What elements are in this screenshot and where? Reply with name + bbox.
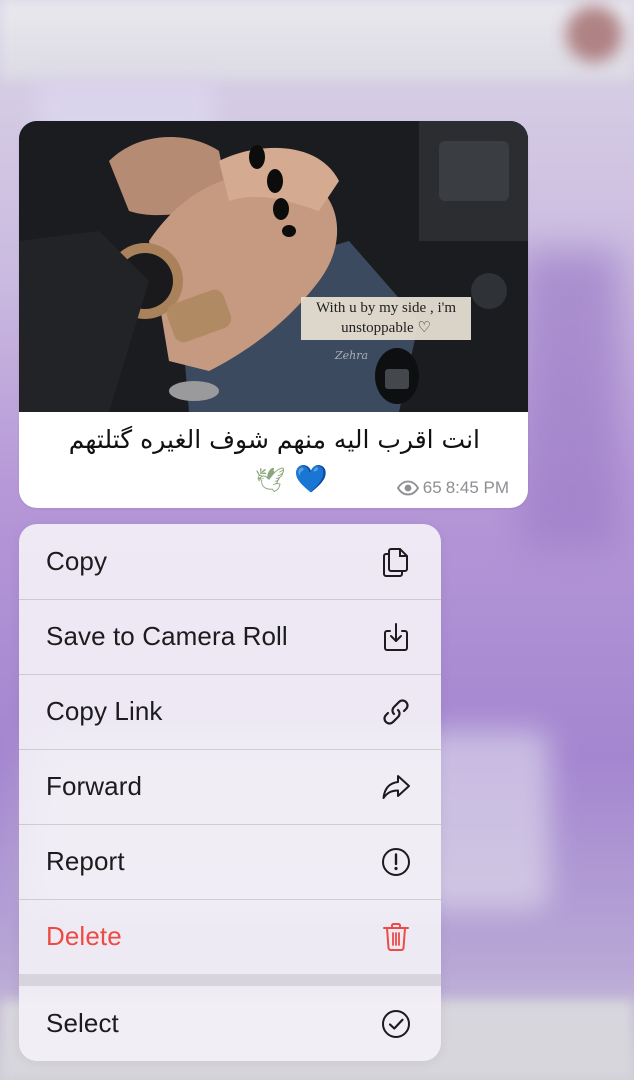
report-exclamation-icon <box>382 847 410 876</box>
photo-quote-overlay: With u by my side , i'm unstoppable ♡ <box>301 297 471 340</box>
caption-emojis: 🕊 💙 <box>255 464 328 496</box>
forward-arrow-icon <box>382 774 410 799</box>
menu-section-separator <box>19 974 441 986</box>
blurred-background-element <box>520 250 620 550</box>
message-meta: 65 8:45 PM <box>396 478 509 498</box>
menu-item-copy-link[interactable]: Copy Link <box>19 674 441 749</box>
menu-item-select[interactable]: Select <box>19 986 441 1061</box>
menu-item-label: Report <box>46 846 125 876</box>
menu-item-label: Select <box>46 1008 119 1038</box>
save-download-icon <box>384 622 408 651</box>
message-photo[interactable]: With u by my side , i'm unstoppable ♡ Ze… <box>19 121 528 412</box>
menu-item-label: Forward <box>46 771 143 801</box>
message-bubble[interactable]: With u by my side , i'm unstoppable ♡ Ze… <box>19 121 528 508</box>
blurred-avatar <box>566 6 622 62</box>
menu-item-label: Save to Camera Roll <box>46 621 288 651</box>
menu-item-label: Copy <box>46 546 108 576</box>
trash-icon <box>383 922 409 951</box>
copy-icon <box>383 547 408 577</box>
menu-item-save-to-camera-roll[interactable]: Save to Camera Roll <box>19 599 441 674</box>
photo-quote-line2: unstoppable ♡ <box>341 320 431 336</box>
blurred-chat-header <box>0 0 634 80</box>
menu-item-forward[interactable]: Forward <box>19 749 441 824</box>
message-caption: انت اقرب اليه منهم شوف الغيره گتلتهم <box>68 425 480 454</box>
photo-quote-line1: With u by my side , i'm <box>315 300 456 316</box>
link-icon <box>383 698 409 725</box>
message-context-menu: Copy Save to Camera Roll Copy Link Forwa… <box>19 524 441 1061</box>
blue-heart-emoji: 💙 <box>294 464 328 495</box>
menu-item-report[interactable]: Report <box>19 824 441 899</box>
photo-signature: Zehra <box>335 349 369 362</box>
dove-emoji: 🕊 <box>255 466 286 494</box>
views-eye-icon <box>396 480 419 496</box>
photo-illustration <box>19 121 528 412</box>
menu-item-label: Copy Link <box>46 696 163 726</box>
message-time: 8:45 PM <box>445 478 509 497</box>
checkmark-circle-icon <box>382 1009 410 1038</box>
menu-item-copy[interactable]: Copy <box>19 524 441 599</box>
views-count: 65 <box>422 478 442 497</box>
menu-item-delete[interactable]: Delete <box>19 899 441 974</box>
menu-item-label: Delete <box>46 921 122 951</box>
